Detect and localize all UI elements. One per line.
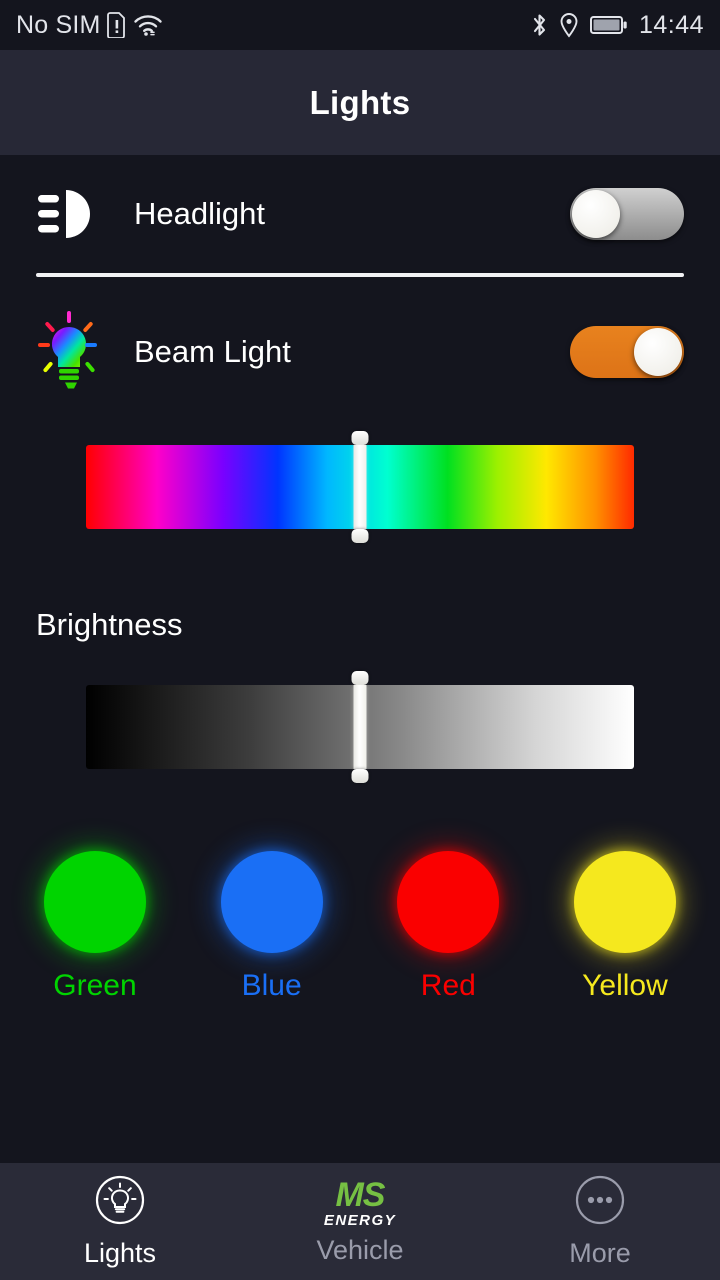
preset-red-swatch[interactable] bbox=[397, 851, 500, 953]
status-bar-left: No SIM bbox=[16, 11, 163, 40]
nav-tab-vehicle[interactable]: MS ENERGY Vehicle bbox=[240, 1163, 480, 1280]
beam-light-label: Beam Light bbox=[134, 334, 291, 369]
preset-red[interactable]: Red bbox=[397, 851, 500, 1003]
page-title: Lights bbox=[309, 83, 411, 121]
brightness-slider[interactable] bbox=[86, 671, 634, 783]
preset-blue-label: Blue bbox=[241, 969, 302, 1002]
preset-red-label: Red bbox=[420, 969, 476, 1002]
app-header: Lights bbox=[0, 50, 720, 155]
headlight-toggle[interactable] bbox=[570, 188, 684, 240]
brightness-slider-thumb[interactable] bbox=[351, 671, 369, 783]
bottom-navigation: Lights MS ENERGY Vehicle More bbox=[0, 1163, 720, 1280]
beam-light-toggle[interactable] bbox=[570, 326, 684, 378]
sim-alert-icon bbox=[106, 12, 127, 38]
hue-slider-thumb[interactable] bbox=[351, 431, 369, 543]
color-hue-slider[interactable] bbox=[86, 431, 634, 543]
color-presets: Green Blue Red Yellow bbox=[0, 851, 720, 1003]
nav-tab-more[interactable]: More bbox=[480, 1163, 720, 1280]
carrier-label: No SIM bbox=[16, 10, 101, 39]
brightness-label: Brightness bbox=[36, 607, 183, 642]
headlight-toggle-knob bbox=[572, 190, 620, 238]
ellipsis-circle-icon bbox=[574, 1174, 626, 1231]
nav-tab-lights-label: Lights bbox=[83, 1238, 157, 1268]
hue-thumb-bar bbox=[353, 445, 367, 529]
status-bar-right: 14:44 bbox=[531, 11, 704, 40]
hue-thumb-cap-top bbox=[351, 431, 369, 445]
beam-light-toggle-knob bbox=[634, 328, 682, 376]
preset-yellow-swatch[interactable] bbox=[573, 851, 676, 953]
preset-blue-swatch[interactable] bbox=[220, 851, 323, 953]
brightness-thumb-cap-top bbox=[351, 671, 369, 685]
ms-logo-bottom: ENERGY bbox=[323, 1211, 397, 1229]
nav-tab-lights[interactable]: Lights bbox=[0, 1163, 240, 1280]
status-bar: No SIM 14:44 bbox=[0, 0, 720, 50]
battery-icon bbox=[589, 14, 628, 36]
headlight-label: Headlight bbox=[134, 196, 265, 231]
ms-logo-top: MS bbox=[335, 1175, 385, 1214]
headlight-icon bbox=[36, 188, 114, 240]
clock-label: 14:44 bbox=[638, 10, 704, 39]
preset-yellow-label: Yellow bbox=[582, 969, 668, 1002]
preset-green-swatch[interactable] bbox=[44, 851, 146, 953]
headlight-row[interactable]: Headlight bbox=[0, 155, 720, 273]
bluetooth-icon bbox=[531, 12, 548, 38]
preset-blue[interactable]: Blue bbox=[220, 851, 323, 1003]
main-content: Headlight Beam Light Brightness Green Bl… bbox=[0, 155, 720, 1163]
wifi-icon bbox=[133, 13, 163, 37]
preset-yellow[interactable]: Yellow bbox=[573, 851, 676, 1003]
ms-energy-logo: MS ENERGY bbox=[324, 1178, 396, 1228]
nav-tab-more-label: More bbox=[569, 1238, 631, 1268]
beam-light-row[interactable]: Beam Light bbox=[0, 277, 720, 427]
brightness-thumb-bar bbox=[353, 685, 367, 769]
brightness-thumb-cap-bottom bbox=[351, 769, 369, 783]
preset-green-label: Green bbox=[53, 969, 137, 1002]
rgb-bulb-icon bbox=[36, 311, 114, 393]
nav-tab-vehicle-label: Vehicle bbox=[316, 1234, 404, 1265]
bulb-circle-icon bbox=[94, 1174, 146, 1231]
hue-thumb-cap-bottom bbox=[351, 529, 369, 543]
preset-green[interactable]: Green bbox=[44, 851, 146, 1003]
location-icon bbox=[559, 12, 579, 38]
